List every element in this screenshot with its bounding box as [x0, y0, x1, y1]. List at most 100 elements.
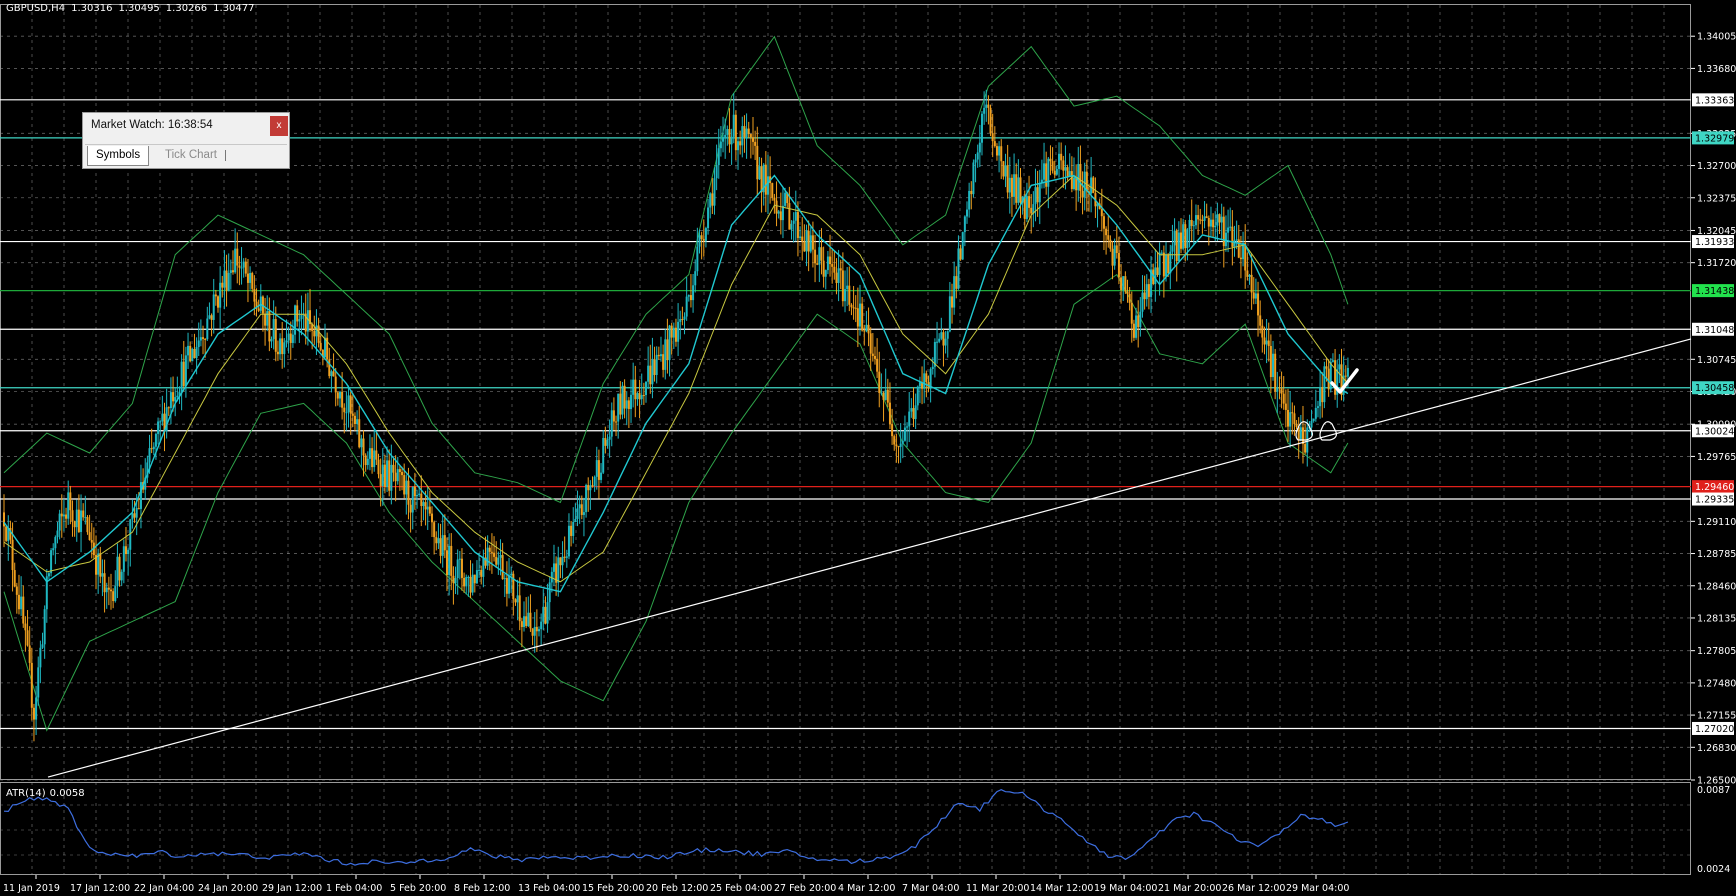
- candle-body: [677, 321, 680, 342]
- candle-body: [373, 450, 376, 468]
- candle-body: [199, 337, 202, 341]
- candle-body: [980, 113, 983, 143]
- candle-body: [970, 190, 973, 195]
- candle-body: [666, 339, 669, 361]
- time-tick-label: 29 Mar 04:00: [1286, 883, 1349, 894]
- candle-body: [182, 361, 185, 386]
- candle-body: [234, 248, 237, 273]
- candle-body: [925, 373, 928, 383]
- candle-body: [728, 129, 731, 145]
- high-price: 1.30495: [118, 3, 160, 14]
- candle-body: [204, 338, 207, 340]
- candle-body: [448, 545, 451, 576]
- candle-body: [291, 334, 294, 343]
- candle-body: [653, 359, 656, 375]
- candle-body: [137, 508, 140, 510]
- candle-body: [1224, 232, 1227, 247]
- candle-body: [334, 376, 337, 393]
- level-tag-label: 1.31438: [1695, 286, 1734, 297]
- candle-body: [426, 506, 429, 510]
- candle-body: [882, 392, 885, 400]
- candle-body: [844, 289, 847, 302]
- candle-body: [758, 166, 761, 180]
- candle-body: [955, 276, 958, 289]
- candle-body: [276, 351, 279, 355]
- candle-body: [585, 484, 588, 513]
- candle-body: [544, 606, 547, 624]
- market-watch-window[interactable]: Market Watch: 16:38:54 x Symbols Tick Ch…: [82, 112, 290, 169]
- tab-tick-chart[interactable]: Tick Chart: [157, 146, 225, 165]
- candle-body: [1006, 165, 1009, 193]
- candle-body: [1090, 177, 1093, 194]
- candle-body: [743, 126, 746, 138]
- candle-body: [420, 493, 423, 507]
- candle-body: [1109, 239, 1112, 249]
- candle-body: [285, 340, 288, 343]
- level-tag-label: 1.31048: [1695, 325, 1734, 336]
- price-tick-label: 1.28135: [1697, 613, 1736, 624]
- time-tick-label: 1 Feb 04:00: [326, 883, 382, 894]
- candle-body: [392, 464, 395, 473]
- atr-axis-bottom-label: 0.0024: [1697, 864, 1730, 875]
- candle-body: [636, 393, 639, 400]
- candle-body: [756, 145, 759, 180]
- candle-body: [413, 486, 416, 497]
- horizontal-levels[interactable]: [0, 99, 1691, 730]
- tab-symbols[interactable]: Symbols: [87, 146, 150, 166]
- candle-body: [1239, 257, 1242, 260]
- candle-body: [1143, 292, 1146, 300]
- candle-body: [497, 557, 500, 565]
- candle-body: [906, 426, 909, 428]
- close-icon[interactable]: x: [270, 116, 288, 136]
- candle-body: [606, 439, 609, 446]
- candle-body: [210, 315, 213, 320]
- candle-body: [1167, 254, 1170, 274]
- candle-body: [1013, 174, 1016, 197]
- level-tag-label: 1.27020: [1695, 724, 1734, 735]
- candle-body: [831, 264, 834, 267]
- candle-body: [752, 137, 754, 142]
- candle-body: [88, 532, 91, 541]
- candle-body: [1280, 388, 1283, 394]
- candle-body: [253, 288, 256, 302]
- candle-body: [685, 296, 688, 317]
- candle-body: [1197, 215, 1200, 220]
- candle-body: [617, 393, 620, 422]
- candle-body: [1282, 393, 1285, 404]
- candle-body: [610, 410, 613, 437]
- candle-body: [572, 521, 575, 536]
- candle-body: [1049, 158, 1052, 162]
- candle-body: [1115, 245, 1118, 254]
- candle-body: [672, 327, 675, 338]
- candle-body: [471, 574, 474, 593]
- level-tag-label: 1.33363: [1695, 95, 1734, 106]
- candle-body: [698, 235, 701, 247]
- chart-header: GBPUSD,H4 1.30316 1.30495 1.30266 1.30477: [6, 3, 261, 14]
- time-tick-label: 4 Mar 12:00: [838, 883, 895, 894]
- level-tag-label: 1.31933: [1695, 237, 1734, 248]
- candle-body: [535, 626, 538, 632]
- candle-body: [936, 341, 939, 343]
- trendline[interactable]: [47, 338, 1692, 778]
- candle-body: [398, 469, 401, 472]
- candle-body: [1036, 187, 1039, 203]
- candle-body: [604, 437, 607, 446]
- candle-body: [159, 421, 162, 423]
- market-watch-tabs: Symbols Tick Chart: [85, 144, 287, 167]
- candle-body: [792, 220, 795, 224]
- candle-body: [180, 361, 183, 392]
- candle-body: [1257, 293, 1260, 316]
- candle-body: [846, 285, 849, 290]
- candle-body: [501, 555, 504, 580]
- candle-body: [1062, 160, 1065, 171]
- candle-body: [621, 385, 624, 415]
- candle-body: [405, 480, 408, 495]
- candle-body: [1077, 163, 1080, 191]
- candle-body: [1203, 216, 1206, 221]
- candle-body: [619, 393, 622, 415]
- candle-body: [460, 558, 463, 578]
- candle-body: [206, 318, 209, 340]
- candle-body: [1205, 216, 1208, 218]
- candle-body: [966, 209, 968, 217]
- price-tick-label: 1.27805: [1697, 646, 1736, 657]
